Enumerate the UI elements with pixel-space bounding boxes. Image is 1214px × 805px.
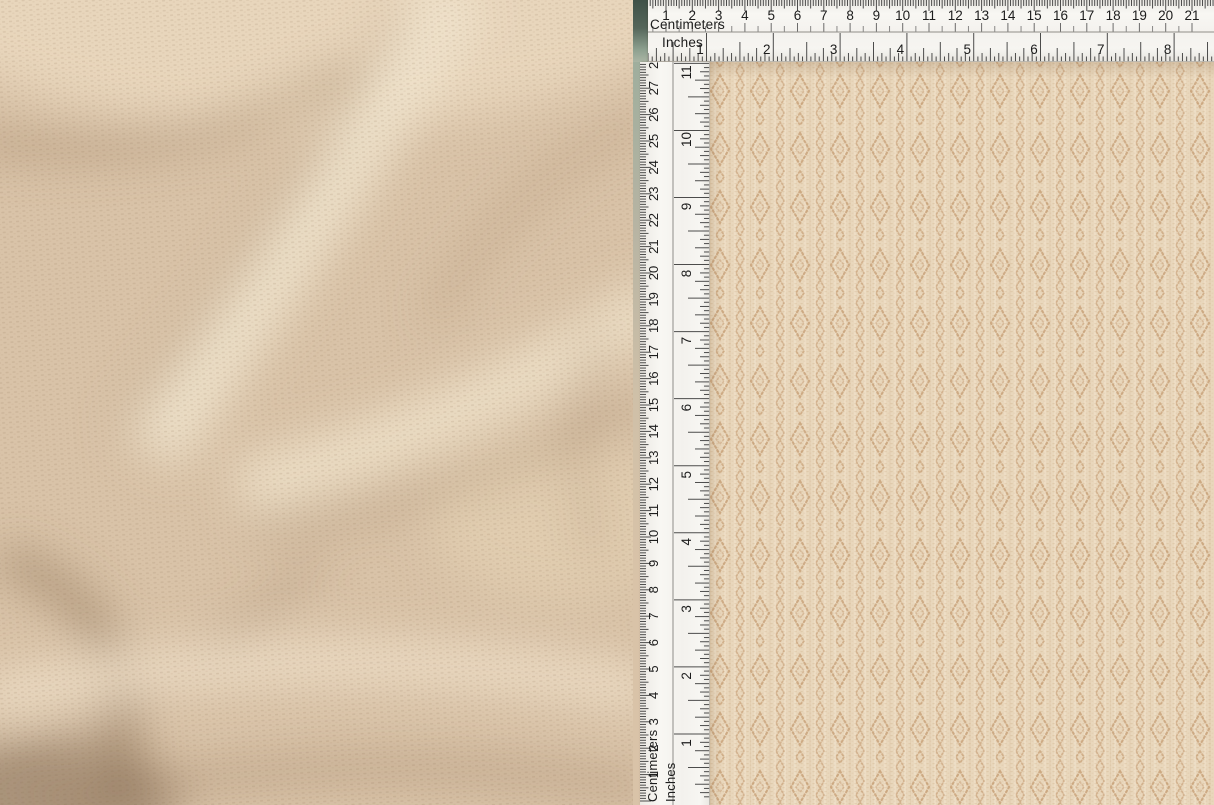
ruler-number: 1	[679, 739, 694, 747]
ruler-number: 17	[646, 345, 661, 359]
ruler-number: 6	[1030, 42, 1038, 57]
ruler-number: 20	[646, 266, 661, 280]
ruler-number: 7	[646, 613, 661, 620]
ruler-number: 23	[646, 187, 661, 201]
ruler-number: 15	[1027, 8, 1042, 23]
ruler-number: 18	[1106, 8, 1121, 23]
ruler-number: 4	[679, 538, 694, 546]
flat-fabric-swatch	[710, 62, 1214, 805]
horizontal-ruler-centimeters-label: Centimeters	[650, 18, 725, 31]
ruler-number: 9	[873, 8, 881, 23]
ruler-number: 14	[1000, 8, 1016, 23]
ruler-number: 26	[646, 107, 661, 121]
ruler-number: 20	[1158, 8, 1173, 23]
ruler-number: 5	[963, 42, 971, 57]
vertical-ruler-centimeters-label: Centimeters	[646, 730, 659, 802]
flat-fabric-with-rulers: 1234567891011121314151617181920211234567…	[633, 0, 1214, 805]
drape-illustration	[0, 0, 633, 805]
fabric-product-image: 1234567891011121314151617181920211234567…	[0, 0, 1214, 805]
ruler-number: 11	[646, 504, 661, 517]
ruler-number: 19	[646, 292, 661, 306]
ruler-number: 21	[646, 239, 661, 253]
ruler-number: 6	[794, 8, 802, 23]
ruler-number: 22	[646, 213, 661, 227]
ruler-number: 10	[646, 530, 661, 544]
ruler-number: 3	[830, 42, 838, 57]
ruler-number: 12	[948, 8, 963, 23]
ruler-number: 16	[646, 371, 661, 385]
ruler-number: 8	[646, 586, 661, 593]
ruler-number: 24	[646, 160, 661, 174]
ruler-number: 2	[763, 42, 771, 57]
horizontal-ruler-inches-label: Inches	[662, 36, 703, 49]
backdrop-corner	[633, 0, 648, 62]
ruler-number: 12	[646, 477, 661, 491]
ruler-number: 6	[646, 639, 661, 646]
ruler-number: 9	[646, 560, 661, 567]
ruler-number: 9	[679, 203, 694, 211]
ruler-number: 4	[741, 8, 749, 23]
ruler-number: 17	[1079, 8, 1094, 23]
ruler-number: 7	[1097, 42, 1105, 57]
draped-fabric-photo	[0, 0, 633, 805]
ruler-number: 19	[1132, 8, 1147, 23]
ruler-number: 18	[646, 319, 661, 333]
backdrop-edge	[633, 62, 640, 805]
ruler-number: 5	[646, 665, 661, 672]
ruler-number: 13	[646, 451, 661, 465]
ruler-number: 4	[897, 42, 905, 57]
ruler-number: 7	[820, 8, 828, 23]
ruler-number: 16	[1053, 8, 1068, 23]
ruler-number: 8	[846, 8, 854, 23]
ruler-number: 2	[679, 672, 694, 680]
ruler-number: 8	[679, 270, 694, 278]
ruler-number: 10	[895, 8, 910, 23]
ruler-number: 6	[679, 404, 694, 412]
ruler-number: 3	[646, 718, 661, 725]
vertical-ruler: 1234567891011121314151617181920212223242…	[640, 62, 710, 805]
ruler-number: 8	[1164, 42, 1172, 57]
ruler-number: 21	[1184, 8, 1199, 23]
ruler-number: 14	[646, 424, 661, 438]
ruler-number: 15	[646, 398, 661, 412]
ruler-number: 25	[646, 134, 661, 148]
vertical-ruler-scale: 1234567891011121314151617181920212223242…	[640, 62, 710, 805]
fabric-pattern	[710, 62, 1214, 805]
horizontal-ruler: 1234567891011121314151617181920211234567…	[648, 0, 1214, 62]
ruler-number: 28	[646, 62, 661, 69]
ruler-number: 27	[646, 81, 661, 95]
ruler-number: 10	[679, 132, 694, 147]
ruler-number: 7	[679, 337, 694, 345]
ruler-number: 3	[679, 605, 694, 613]
ruler-number: 5	[679, 471, 694, 479]
ruler-number: 5	[767, 8, 775, 23]
ruler-number: 11	[679, 65, 694, 79]
horizontal-ruler-scale: 1234567891011121314151617181920211234567…	[648, 0, 1214, 62]
ruler-number: 11	[922, 8, 936, 23]
vertical-ruler-inches-label: Inches	[664, 762, 677, 802]
ruler-number: 13	[974, 8, 989, 23]
ruler-number: 4	[646, 692, 661, 699]
